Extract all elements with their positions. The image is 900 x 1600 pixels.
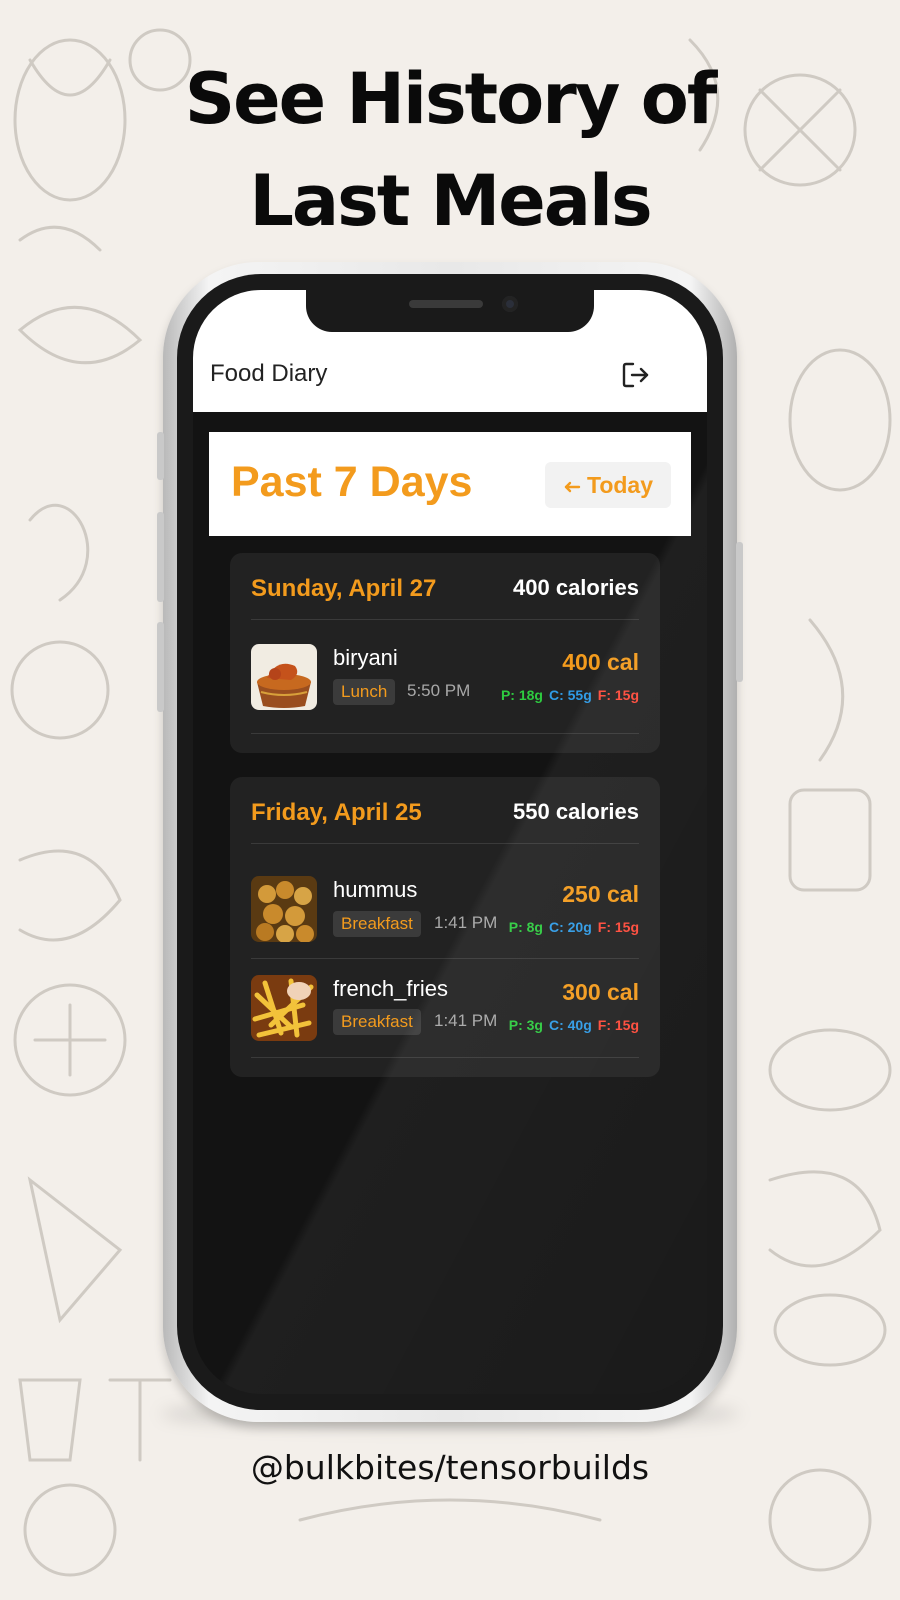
phone-volume-button: [157, 622, 164, 712]
phone-mockup: Food Diary Past 7 Days Today Sunday, Apr…: [157, 262, 743, 1422]
front-camera: [502, 296, 518, 312]
phone-bezel: Food Diary Past 7 Days Today Sunday, Apr…: [177, 274, 723, 1410]
meal-calories: 250 cal: [562, 881, 639, 907]
meal-macros: P: 8g C: 20g F: 15g: [503, 919, 639, 935]
protein-value: P: 3g: [508, 1017, 543, 1033]
meal-time: 1:41 PM: [434, 913, 498, 932]
day-header: Sunday, April 27 400 calories: [251, 553, 639, 620]
logout-icon[interactable]: [621, 361, 651, 389]
meal-type-badge: Breakfast: [333, 911, 421, 937]
meal-name: french_fries: [333, 976, 448, 1001]
carbs-value: C: 55g: [548, 687, 592, 703]
app-screen: Food Diary Past 7 Days Today Sunday, Apr…: [193, 290, 707, 1394]
meal-photo-french-fries: [251, 975, 317, 1041]
today-button-label: Today: [586, 471, 654, 498]
headline-line-2: Last Meals: [249, 160, 652, 242]
carbs-value: C: 40g: [548, 1017, 592, 1033]
meal-time: 1:41 PM: [434, 1011, 498, 1030]
meal-item[interactable]: biryani Lunch 5:50 PM 400 cal P: 18g C: 5…: [251, 620, 639, 734]
meal-name: biryani: [333, 645, 398, 670]
day-date: Sunday, April 27: [251, 575, 437, 602]
app-title: Food Diary: [210, 360, 328, 387]
today-button[interactable]: Today: [545, 462, 671, 508]
meal-type-badge: Lunch: [333, 679, 396, 705]
meal-calories: 300 cal: [562, 979, 639, 1005]
day-card: Friday, April 25 550 calories hummus Bre…: [230, 777, 660, 1077]
meal-photo-biryani: [251, 644, 317, 710]
range-title: Past 7 Days: [231, 458, 473, 506]
meal-macros: P: 18g C: 55g F: 15g: [495, 687, 639, 703]
protein-value: P: 18g: [500, 687, 543, 703]
date-range-header: Past 7 Days Today: [209, 432, 691, 536]
day-date: Friday, April 25: [251, 799, 422, 826]
arrow-left-icon: [563, 472, 581, 499]
credit-handle: @bulkbites/tensorbuilds: [250, 1448, 650, 1487]
meal-time: 5:50 PM: [407, 681, 471, 700]
meal-type-badge: Breakfast: [333, 1009, 421, 1035]
day-total-calories: 550 calories: [513, 799, 639, 824]
phone-power-button: [736, 542, 743, 682]
day-total-calories: 400 calories: [513, 575, 639, 600]
meal-calories: 400 cal: [562, 649, 639, 675]
speaker-grille: [409, 300, 483, 308]
meal-item[interactable]: hummus Breakfast 1:41 PM 250 cal P: 8g C:…: [251, 844, 639, 959]
phone-notch: [306, 290, 594, 332]
fat-value: F: 15g: [597, 1017, 639, 1033]
fat-value: F: 15g: [597, 919, 639, 935]
meal-item[interactable]: french_fries Breakfast 1:41 PM 300 cal P…: [251, 959, 639, 1058]
day-card: Sunday, April 27 400 calories biryani Lu…: [230, 553, 660, 753]
phone-volume-button: [157, 432, 164, 480]
meal-photo-hummus: [251, 876, 317, 942]
protein-value: P: 8g: [508, 919, 543, 935]
phone-volume-button: [157, 512, 164, 602]
day-header: Friday, April 25 550 calories: [251, 777, 639, 844]
meal-macros: P: 3g C: 40g F: 15g: [503, 1017, 639, 1033]
meal-name: hummus: [333, 877, 418, 902]
carbs-value: C: 20g: [548, 919, 592, 935]
headline-line-1: See History of: [184, 58, 718, 140]
fat-value: F: 15g: [597, 687, 639, 703]
